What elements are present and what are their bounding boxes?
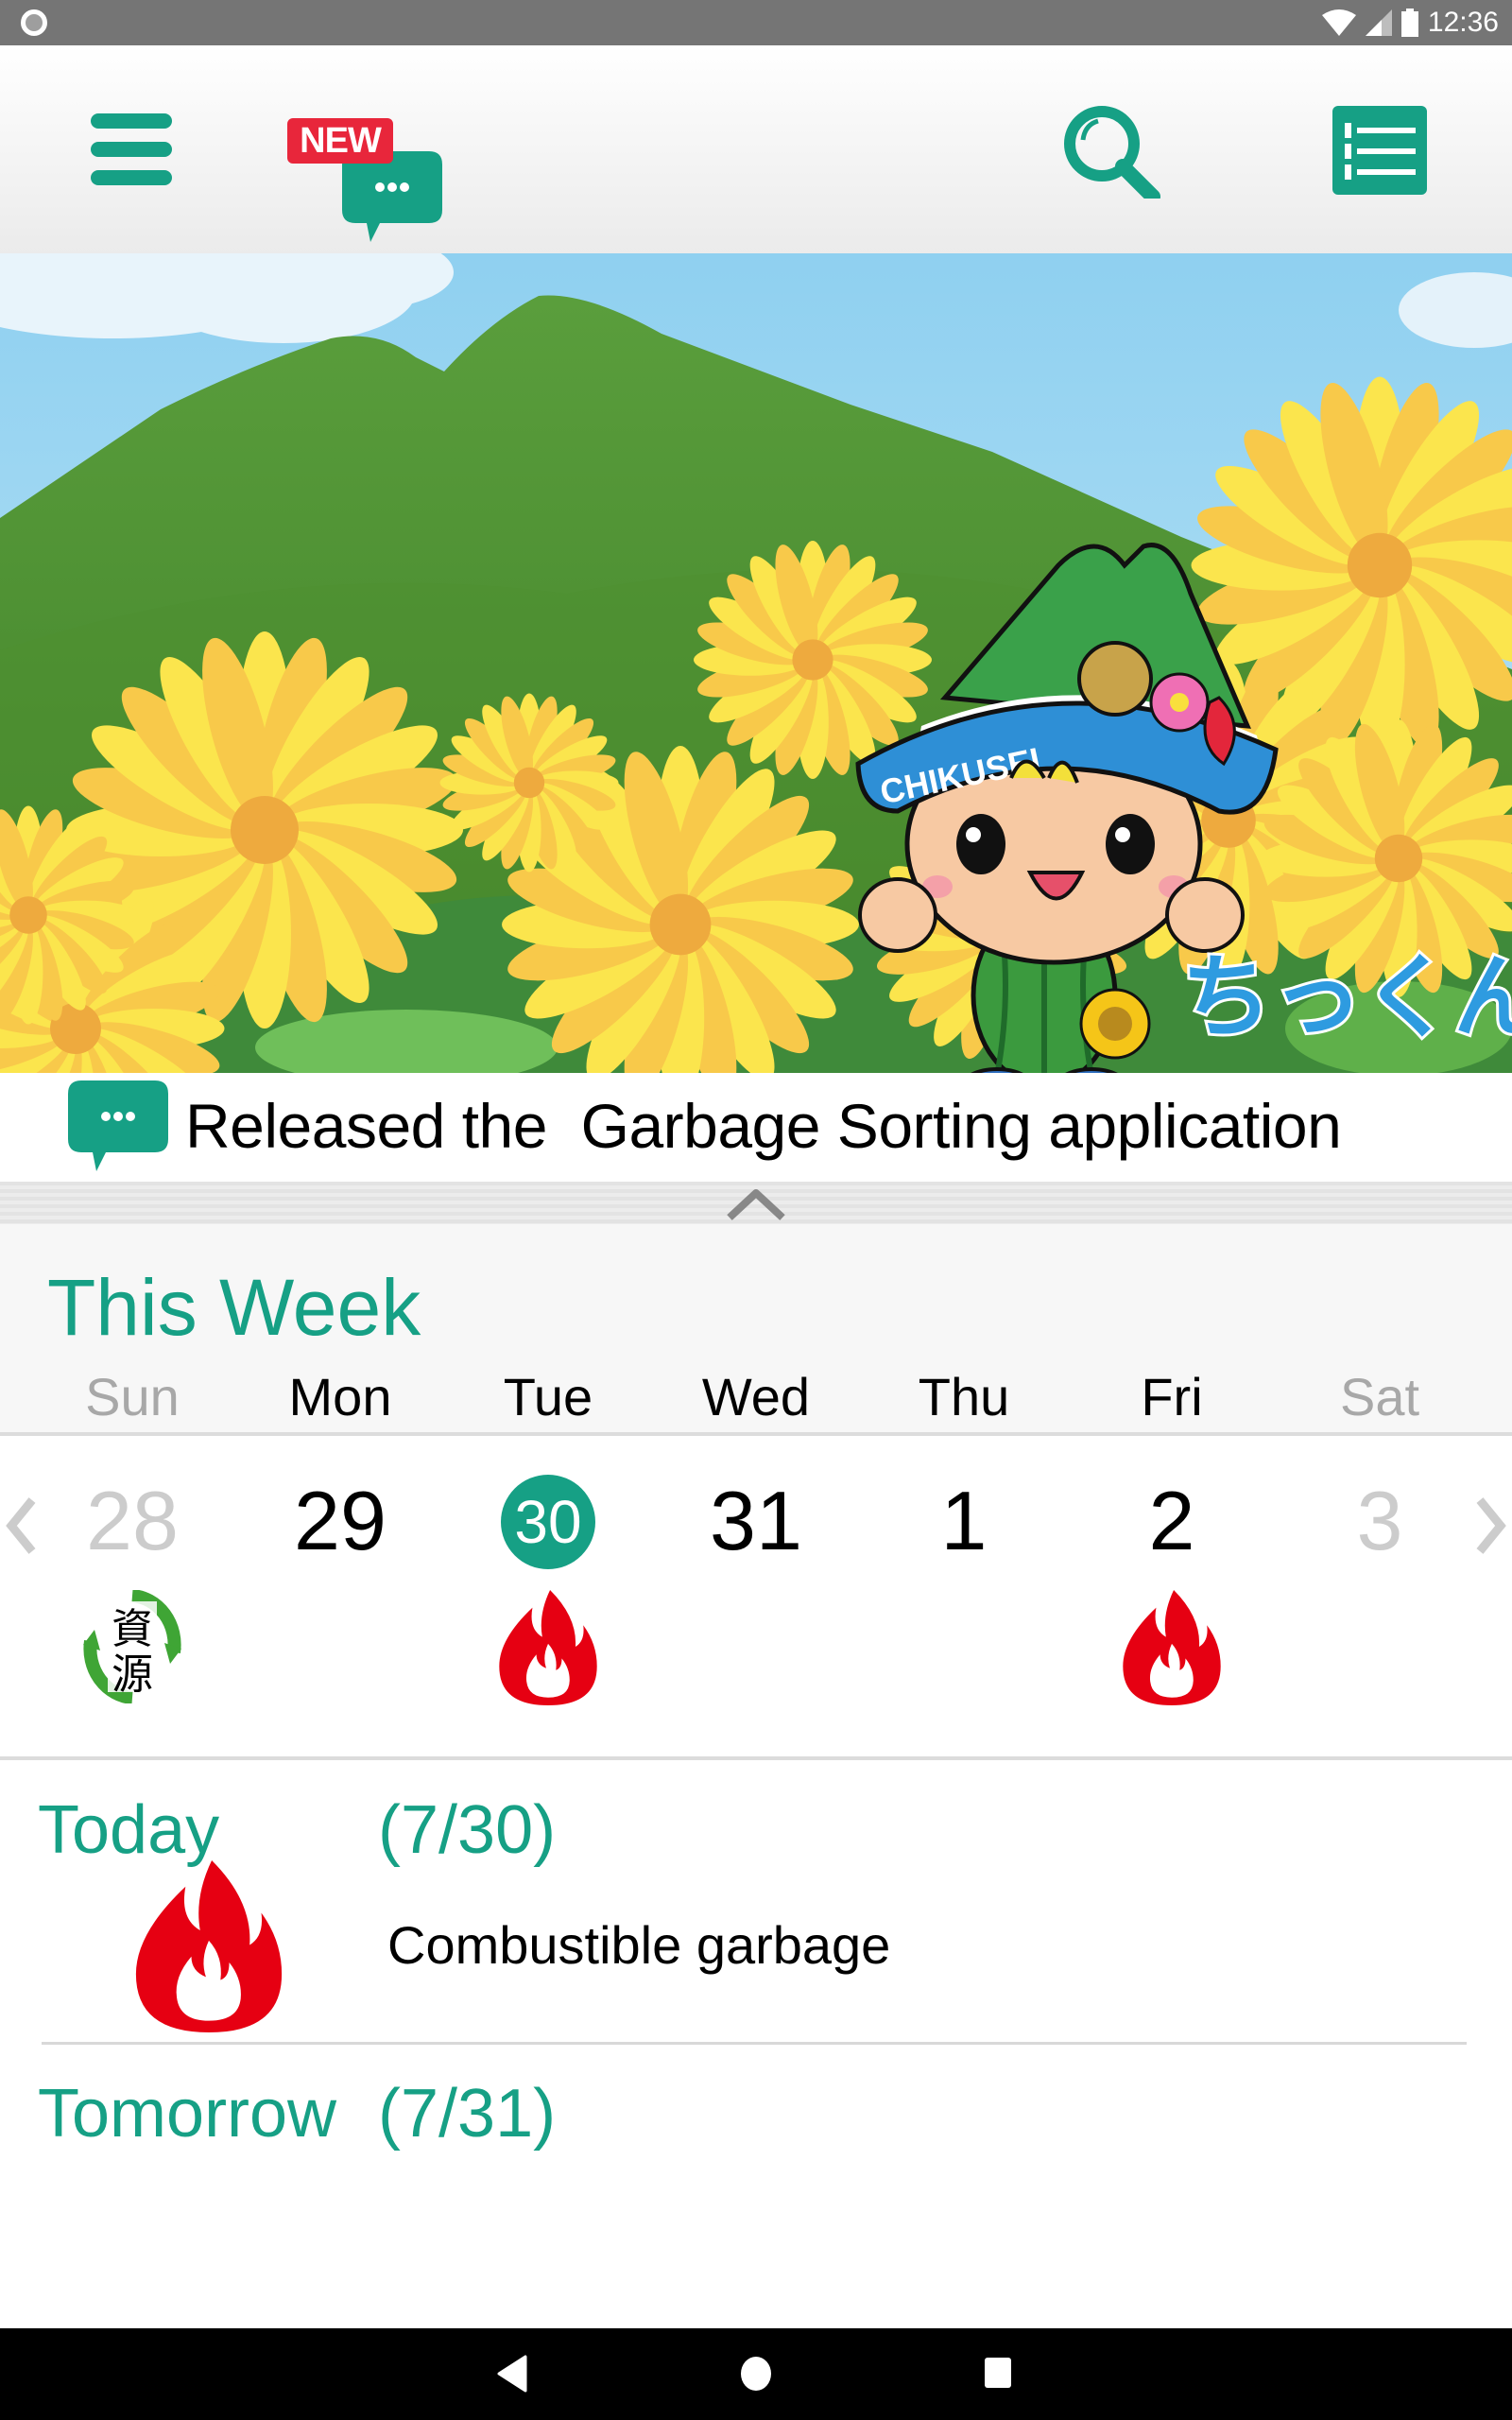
svg-text:源: 源 — [112, 1651, 153, 1699]
today-date-badge: 30 — [501, 1475, 595, 1569]
status-icons: 12:36 — [1321, 0, 1499, 45]
date-number: 31 — [710, 1474, 802, 1567]
divider — [42, 2042, 1467, 2045]
sunflower — [439, 693, 619, 873]
home-circle-icon[interactable] — [739, 2355, 773, 2393]
chevron-right-icon[interactable] — [1472, 1493, 1510, 1559]
back-triangle-icon[interactable] — [497, 2355, 527, 2393]
today-label: Today — [38, 1792, 220, 1868]
resource-recycle-icon: 資源 — [83, 1589, 181, 1708]
date-number: 28 — [86, 1474, 179, 1567]
date-cell[interactable]: 28 資源 — [38, 1436, 227, 1756]
chat-bubble-icon — [342, 151, 442, 242]
list-icon — [1332, 106, 1427, 195]
date-cell[interactable]: 31 — [662, 1436, 850, 1756]
chevron-left-icon[interactable] — [2, 1493, 40, 1559]
svg-text:資: 資 — [112, 1605, 153, 1653]
tomorrow-label: Tomorrow — [38, 2076, 337, 2152]
cell-signal-icon — [1365, 9, 1392, 36]
banner-image[interactable]: CHIKUSEI ちっくん — [0, 253, 1512, 1073]
date-number: 1 — [940, 1474, 988, 1567]
weekday-fri: Fri — [1141, 1367, 1203, 1426]
weekday-thu: Thu — [918, 1367, 1010, 1426]
date-cell[interactable]: 30 — [454, 1436, 643, 1756]
wifi-icon — [1321, 9, 1356, 36]
combustible-flame-icon — [1123, 1590, 1221, 1710]
search-button[interactable] — [1062, 104, 1166, 204]
combustible-flame-icon — [499, 1590, 597, 1710]
chat-bubble-icon — [68, 1080, 168, 1171]
collapse-handle[interactable] — [0, 1182, 1512, 1224]
date-cell[interactable]: 1 — [869, 1436, 1058, 1756]
news-text: Released the Garbage Sorting application — [185, 1091, 1342, 1161]
garbage-type: Combustible garbage — [387, 1915, 891, 1975]
combustible-flame-icon — [132, 1860, 285, 2037]
tomorrow-date: (7/31) — [378, 2076, 557, 2152]
week-header: This Week Sun Mon Tue Wed Thu Fri Sat — [0, 1224, 1512, 1434]
status-bar: 12:36 — [0, 0, 1512, 45]
weekday-mon: Mon — [288, 1367, 392, 1426]
list-button[interactable] — [1332, 106, 1427, 199]
date-number: 29 — [294, 1474, 387, 1567]
news-item[interactable]: Released the Garbage Sorting application — [0, 1073, 1512, 1182]
weekday-wed: Wed — [701, 1367, 811, 1426]
weekday-tue: Tue — [503, 1367, 593, 1426]
notification-dot-icon — [21, 9, 47, 36]
date-number: 2 — [1148, 1474, 1195, 1567]
toolbar: NEW — [0, 45, 1512, 253]
banner-illustration: CHIKUSEI ちっくん — [0, 253, 1512, 1073]
status-time: 12:36 — [1427, 7, 1499, 38]
week-title: This Week — [47, 1263, 421, 1352]
date-cell[interactable]: 2 — [1077, 1436, 1266, 1756]
date-cell[interactable]: 3 — [1285, 1436, 1474, 1756]
date-number: 3 — [1356, 1474, 1403, 1567]
menu-button[interactable] — [91, 113, 172, 192]
today-date: (7/30) — [378, 1792, 557, 1868]
date-cell[interactable]: 29 — [246, 1436, 435, 1756]
divider — [0, 1756, 1512, 1760]
search-icon — [1064, 106, 1160, 204]
mascot-name: ちっくん — [1181, 944, 1512, 1050]
battery-icon — [1400, 9, 1418, 37]
week-calendar: 28 資源 29 30 31 1 2 3 — [0, 1436, 1512, 1756]
weekday-sun: Sun — [85, 1367, 180, 1426]
new-badge: NEW — [287, 118, 393, 164]
weekday-sat: Sat — [1339, 1367, 1420, 1426]
recents-square-icon[interactable] — [983, 2355, 1013, 2393]
hamburger-menu-icon — [91, 113, 172, 185]
chevron-up-icon — [727, 1189, 785, 1220]
navigation-bar — [0, 2328, 1512, 2420]
